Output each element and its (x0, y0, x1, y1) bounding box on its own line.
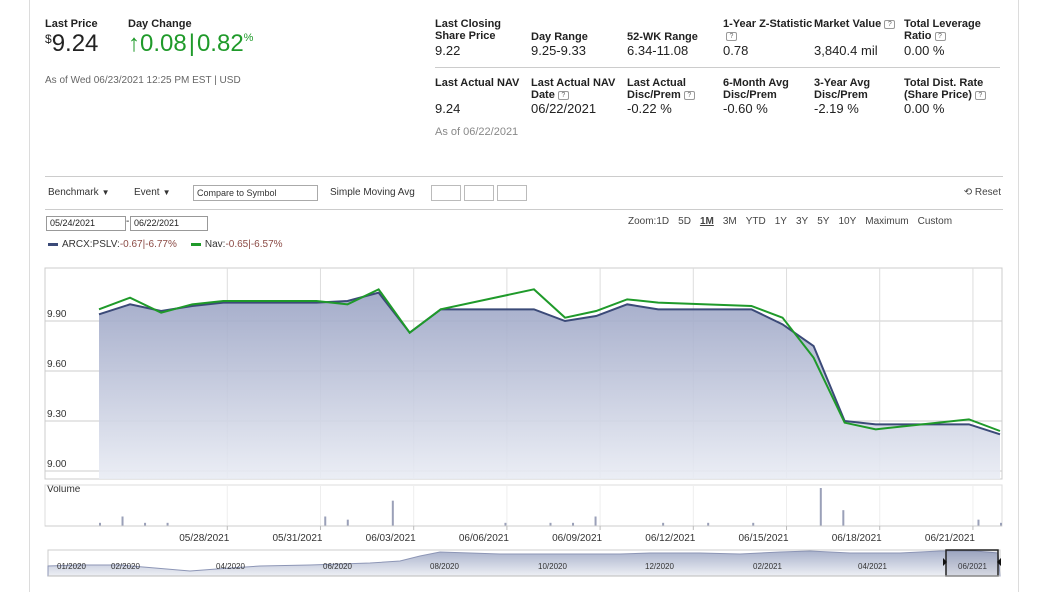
x-tick-label: 06/15/2021 (738, 533, 788, 544)
y-tick-label: 9.30 (47, 409, 67, 420)
y-tick-label: 9.00 (47, 459, 67, 470)
volume-bar (977, 519, 980, 526)
volume-bar (121, 516, 124, 526)
navigator-label: 12/2020 (645, 562, 674, 571)
volume-bar (324, 516, 327, 526)
navigator-label: 01/2020 (57, 562, 86, 571)
x-tick-label: 06/12/2021 (645, 533, 695, 544)
volume-frame (44, 484, 1003, 527)
navigator-label: 10/2020 (538, 562, 567, 571)
x-tick-label: 06/06/2021 (459, 533, 509, 544)
volume-bar (819, 488, 822, 526)
navigator-label: 04/2020 (216, 562, 245, 571)
navigator-label: 04/2021 (858, 562, 887, 571)
navigator-selection (945, 549, 999, 577)
volume-bar (391, 500, 394, 526)
navigator-label: 02/2021 (753, 562, 782, 571)
volume-bar (842, 510, 845, 526)
y-tick-label: 9.60 (47, 359, 67, 370)
price-chart[interactable]: 9.90 9.60 9.30 9.00 05/28/2021 05/31/2021 06/0… (0, 0, 1052, 592)
x-tick-label: 06/09/2021 (552, 533, 602, 544)
navigator-label: 08/2020 (430, 562, 459, 571)
volume-bar (594, 516, 597, 526)
navigator-label: 06/2020 (323, 562, 352, 571)
x-tick-label: 06/21/2021 (925, 533, 975, 544)
navigator-label: 02/2020 (111, 562, 140, 571)
volume-bar (346, 519, 349, 526)
x-tick-label: 06/18/2021 (832, 533, 882, 544)
x-tick-label: 06/03/2021 (366, 533, 416, 544)
y-tick-label: 9.90 (47, 309, 67, 320)
x-tick-label: 05/31/2021 (272, 533, 322, 544)
x-tick-label: 05/28/2021 (179, 533, 229, 544)
